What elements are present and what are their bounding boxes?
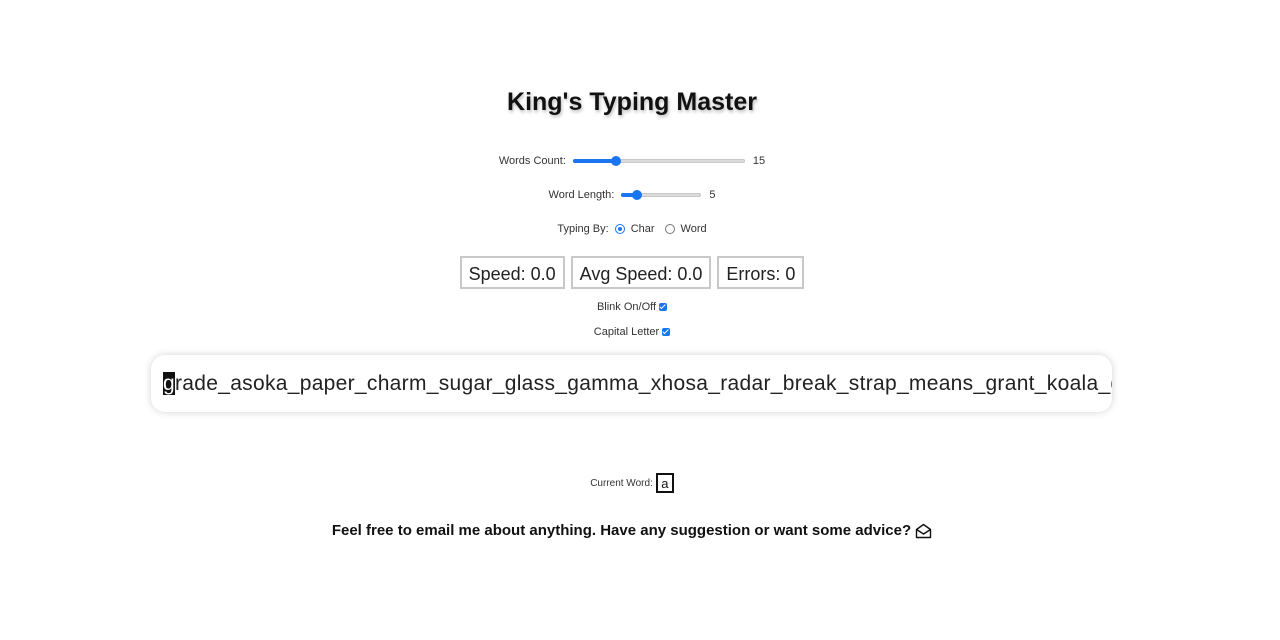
radio-word-label[interactable]: Word — [681, 223, 707, 235]
typing-page: King's Typing Master Words Count: 15 Wor… — [0, 0, 1280, 640]
typing-by-row: Typing By: Char Word — [0, 223, 1264, 235]
page-title: King's Typing Master — [507, 88, 757, 116]
errors-stat: Errors: 0 — [717, 256, 805, 289]
current-word-box: a — [655, 473, 674, 493]
speed-stat: Speed: 0.0 — [459, 256, 565, 289]
slider-fill — [572, 159, 616, 163]
footer-text: Feel free to email me about anything. Ha… — [331, 522, 912, 539]
words-count-slider[interactable] — [572, 155, 745, 167]
radio-char-label[interactable]: Char — [631, 223, 655, 235]
slider-thumb[interactable] — [632, 190, 643, 200]
word-length-slider[interactable] — [621, 189, 702, 201]
slider-thumb[interactable] — [610, 156, 621, 166]
radio-char[interactable] — [614, 224, 625, 234]
capital-row: Capital Letter — [0, 326, 1264, 338]
blink-row: Blink On/Off — [0, 301, 1264, 313]
envelope-open-icon[interactable] — [915, 523, 932, 539]
words-count-value: 15 — [752, 155, 766, 167]
word-length-value: 5 — [709, 189, 716, 201]
typing-text: grade_asoka_paper_charm_sugar_glass_gamm… — [163, 371, 1112, 396]
words-count-label: Words Count: — [498, 155, 566, 167]
cursor-char: g — [163, 371, 175, 395]
typing-area[interactable]: grade_asoka_paper_charm_sugar_glass_gamm… — [151, 355, 1112, 412]
current-word-row: Current Word: a — [0, 473, 1264, 493]
capital-checkbox[interactable] — [662, 328, 671, 336]
footer-contact: Feel free to email me about anything. Ha… — [0, 522, 1264, 539]
capital-label: Capital Letter — [593, 326, 660, 338]
current-word-label: Current Word: — [590, 477, 653, 489]
typing-by-label: Typing By: — [557, 223, 609, 235]
avg-speed-stat: Avg Speed: 0.0 — [570, 256, 712, 289]
word-length-row: Word Length: 5 — [0, 189, 1264, 201]
radio-word[interactable] — [664, 224, 675, 234]
blink-checkbox[interactable] — [659, 303, 668, 311]
stats-bar: Speed: 0.0 Avg Speed: 0.0 Errors: 0 — [0, 256, 1264, 289]
remaining-text: rade_asoka_paper_charm_sugar_glass_gamma… — [174, 371, 1112, 395]
words-count-row: Words Count: 15 — [0, 155, 1264, 167]
blink-label: Blink On/Off — [596, 301, 657, 313]
word-length-label: Word Length: — [548, 189, 615, 201]
